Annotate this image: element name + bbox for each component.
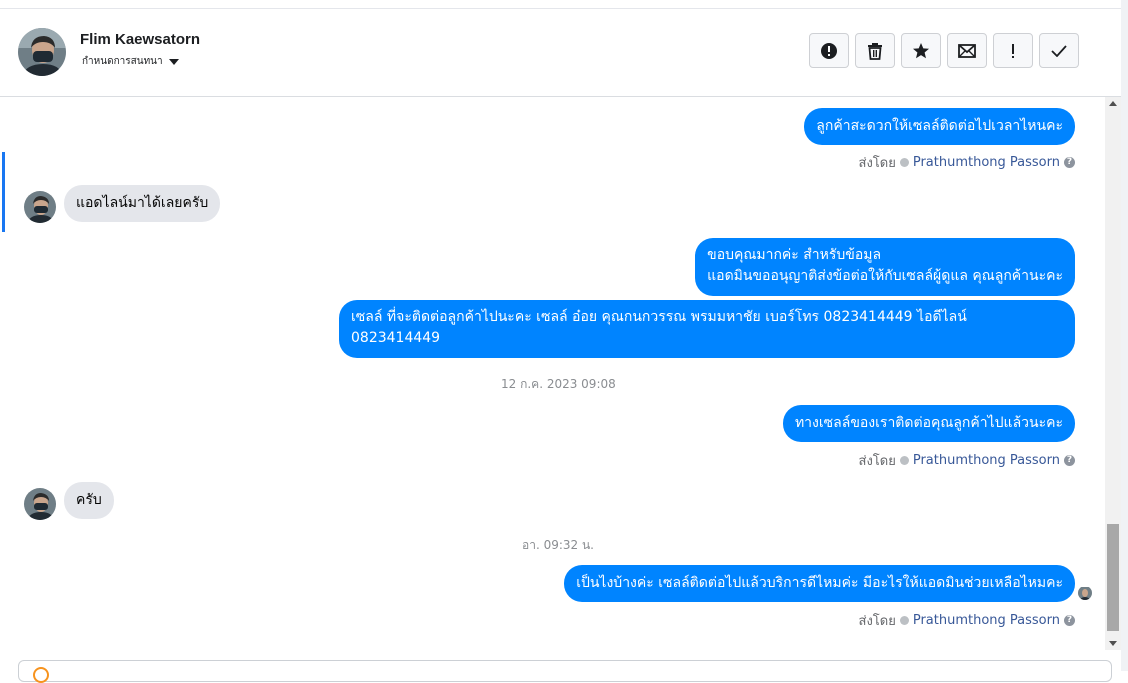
composer-avatar-icon	[33, 667, 49, 683]
alert-circle-icon	[821, 42, 837, 59]
message-text: ทางเซลล์ของเราติดต่อคุณลูกค้าไปแล้วนะคะ	[794, 415, 1063, 431]
delete-button[interactable]	[855, 33, 895, 68]
mark-done-button[interactable]	[1039, 33, 1079, 68]
star-icon	[913, 42, 929, 58]
top-frame-edge	[0, 0, 1128, 9]
envelope-icon	[958, 43, 976, 58]
conversation-setting-label: กำหนดการสนทนา	[82, 56, 163, 67]
message-timestamp: อา. 09:32 น.	[522, 538, 594, 552]
agent-name-link[interactable]: Prathumthong Passorn	[913, 613, 1060, 628]
help-icon[interactable]: ?	[1064, 615, 1075, 626]
agent-name-link[interactable]: Prathumthong Passorn	[913, 155, 1060, 170]
outgoing-message-bubble[interactable]: เซลล์ ที่จะติดต่อลูกค้าไปนะคะ เซลล์ อ๋อย…	[339, 300, 1075, 358]
conversation-scrollbar[interactable]	[1105, 97, 1121, 650]
message-text: แอดไลน์มาได้เลยครับ	[76, 195, 209, 211]
scroll-down-arrow-icon[interactable]	[1109, 641, 1117, 646]
active-conversation-indicator	[2, 152, 5, 232]
sent-by-info: ส่งโดย Prathumthong Passorn ?	[859, 450, 1075, 471]
message-composer[interactable]	[18, 660, 1112, 683]
star-button[interactable]	[901, 33, 941, 68]
message-text-line: แอดมินขออนุญาติส่งข้อต่อให้กับเซลล์ผู้ดู…	[707, 268, 1063, 284]
contact-name: Flim Kaewsatorn	[80, 31, 201, 48]
checkmark-icon	[1051, 44, 1067, 57]
caret-down-icon	[168, 58, 179, 65]
conversation-thread: ลูกค้าสะดวกให้เซลล์ติดต่อไปเวลาไหนคะ ส่ง…	[0, 97, 1105, 650]
right-frame-edge	[1121, 0, 1128, 671]
sent-by-label: ส่งโดย	[858, 156, 896, 171]
message-text-line: 0823414449	[351, 330, 441, 346]
exclamation-icon	[1012, 43, 1014, 58]
message-text-line: เซลล์ ที่จะติดต่อลูกค้าไปนะคะ เซลล์ อ๋อย…	[351, 309, 967, 325]
sent-by-info: ส่งโดย Prathumthong Passorn ?	[859, 610, 1075, 631]
contact-avatar-small	[24, 488, 56, 520]
sent-by-label: ส่งโดย	[858, 614, 896, 629]
message-text: ครับ	[76, 492, 102, 508]
message-text: เป็นไงบ้างค่ะ เซลล์ติดต่อไปแล้วบริการดีไ…	[576, 575, 1063, 591]
follow-up-button[interactable]	[993, 33, 1033, 68]
help-icon[interactable]: ?	[1064, 455, 1075, 466]
incoming-message-bubble[interactable]: แอดไลน์มาได้เลยครับ	[64, 185, 221, 222]
help-icon[interactable]: ?	[1064, 157, 1075, 168]
message-text: ลูกค้าสะดวกให้เซลล์ติดต่อไปเวลาไหนคะ	[816, 118, 1063, 134]
message-timestamp: 12 ก.ค. 2023 09:08	[501, 377, 616, 391]
contact-avatar[interactable]	[18, 28, 66, 76]
agent-status-icon	[899, 158, 909, 167]
outgoing-message-bubble[interactable]: ขอบคุณมากค่ะ สำหรับข้อมูล แอดมินขออนุญาต…	[695, 238, 1075, 296]
mark-unread-button[interactable]	[947, 33, 987, 68]
trash-icon	[868, 42, 882, 60]
outgoing-message-bubble[interactable]: เป็นไงบ้างค่ะ เซลล์ติดต่อไปแล้วบริการดีไ…	[564, 565, 1075, 602]
outgoing-message-bubble[interactable]: ทางเซลล์ของเราติดต่อคุณลูกค้าไปแล้วนะคะ	[782, 405, 1075, 442]
contact-avatar-small	[24, 191, 56, 223]
conversation-toolbar	[809, 33, 1079, 68]
scroll-up-arrow-icon[interactable]	[1109, 101, 1117, 106]
agent-name-link[interactable]: Prathumthong Passorn	[913, 453, 1060, 468]
conversation-header: Flim Kaewsatorn กำหนดการสนทนา	[0, 9, 1121, 97]
outgoing-message-bubble[interactable]: ลูกค้าสะดวกให้เซลล์ติดต่อไปเวลาไหนคะ	[804, 108, 1075, 145]
scrollbar-thumb[interactable]	[1107, 524, 1119, 631]
seen-indicator-avatar	[1078, 586, 1092, 600]
message-text-line: ขอบคุณมากค่ะ สำหรับข้อมูล	[707, 247, 882, 263]
sent-by-label: ส่งโดย	[858, 454, 896, 469]
report-spam-button[interactable]	[809, 33, 849, 68]
agent-status-icon	[899, 616, 909, 625]
sent-by-info: ส่งโดย Prathumthong Passorn ?	[859, 152, 1075, 173]
conversation-setting-dropdown[interactable]: กำหนดการสนทนา	[82, 54, 179, 69]
incoming-message-bubble[interactable]: ครับ	[64, 482, 114, 519]
agent-status-icon	[899, 456, 909, 465]
